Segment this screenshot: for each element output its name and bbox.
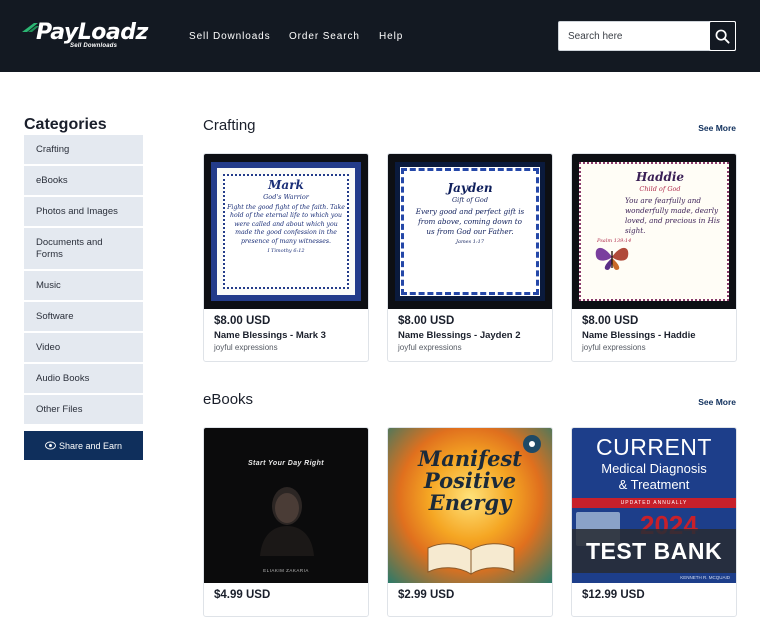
product-name[interactable]: Name Blessings - Haddie: [582, 330, 696, 341]
categories-heading: Categories: [24, 116, 107, 133]
artwork-reference: James 1:17: [455, 239, 485, 245]
ebook-cover-title-line3: & Treatment: [618, 477, 690, 492]
product-thumbnail: CURRENT Medical Diagnosis & Treatment UP…: [572, 428, 736, 583]
top-header: PayLoadz Sell Downloads Sell Downloads O…: [0, 0, 760, 72]
product-card[interactable]: Haddie Child of God You are fearfully an…: [571, 153, 737, 362]
product-price: $4.99 USD: [214, 589, 271, 601]
ebook-cover-author: ELIAKIM ZAKARIA: [263, 568, 309, 573]
product-seller[interactable]: joyful expressions: [214, 343, 278, 352]
artwork-name: Mark: [268, 178, 304, 192]
ebook-cover-author: KENNETH R. MCQUAID: [680, 575, 730, 580]
product-thumbnail: Haddie Child of God You are fearfully an…: [572, 154, 736, 309]
product-seller[interactable]: joyful expressions: [582, 343, 646, 352]
search-input[interactable]: [559, 22, 709, 50]
ebook-cover-title-line2: Medical Diagnosis: [601, 461, 707, 476]
product-thumbnail: Jayden Gift of God Every good and perfec…: [388, 154, 552, 309]
artwork-verse: Every good and perfect gift is from abov…: [415, 207, 525, 236]
category-software[interactable]: Software: [24, 302, 143, 333]
artwork-verse: You are fearfully and wonderfully made, …: [625, 196, 720, 235]
artwork-subtitle: God's Warrior: [263, 193, 309, 201]
category-other-files[interactable]: Other Files: [24, 395, 143, 426]
open-book-icon: [427, 543, 515, 575]
logo-text: PayLoadz: [36, 20, 148, 45]
cross-stitch-artwork: Jayden Gift of God Every good and perfec…: [395, 162, 545, 301]
product-card[interactable]: Jayden Gift of God Every good and perfec…: [387, 153, 553, 362]
category-video[interactable]: Video: [24, 333, 143, 364]
badge-icon: [523, 435, 541, 453]
product-thumbnail: Manifest Positive Energy: [388, 428, 552, 583]
product-price: $8.00 USD: [582, 315, 639, 327]
nav-help[interactable]: Help: [379, 31, 403, 42]
artwork-subtitle: Gift of God: [451, 196, 488, 204]
see-more-crafting-link[interactable]: See More: [698, 123, 736, 133]
product-price: $2.99 USD: [398, 589, 455, 601]
category-ebooks[interactable]: eBooks: [24, 166, 143, 197]
product-card[interactable]: CURRENT Medical Diagnosis & Treatment UP…: [571, 427, 737, 617]
category-crafting[interactable]: Crafting: [24, 135, 143, 166]
search-box: [558, 21, 736, 51]
artwork-reference: I Timothy 6:12: [267, 248, 305, 255]
nav-sell-downloads[interactable]: Sell Downloads: [189, 31, 271, 42]
product-price: $8.00 USD: [214, 315, 271, 327]
product-name[interactable]: Name Blessings - Jayden 2: [398, 330, 521, 341]
category-list: Crafting eBooks Photos and Images Docume…: [24, 135, 143, 426]
ebook-cover-updated-band: UPDATED ANNUALLY: [572, 498, 736, 508]
product-thumbnail: Mark God's Warrior Fight the good fight …: [204, 154, 368, 309]
product-price: $12.99 USD: [582, 589, 645, 601]
ebook-cover-title: Manifest Positive Energy: [417, 446, 522, 515]
share-icon: [45, 441, 56, 450]
cross-stitch-artwork: Mark God's Warrior Fight the good fight …: [211, 162, 361, 301]
category-documents-and-forms[interactable]: Documents and Forms: [24, 228, 143, 271]
section-title-ebooks: eBooks: [203, 391, 254, 408]
product-name[interactable]: Name Blessings - Mark 3: [214, 330, 326, 341]
portrait-figure-icon: [260, 487, 314, 556]
butterfly-icon: [595, 247, 629, 270]
cross-stitch-artwork: Haddie Child of God You are fearfully an…: [579, 162, 729, 301]
product-seller[interactable]: joyful expressions: [398, 343, 462, 352]
product-price: $8.00 USD: [398, 315, 455, 327]
product-card[interactable]: Mark God's Warrior Fight the good fight …: [203, 153, 369, 362]
share-and-earn-button[interactable]: Share and Earn: [24, 431, 143, 460]
nav-order-search[interactable]: Order Search: [289, 31, 360, 42]
search-button[interactable]: [709, 21, 736, 51]
product-thumbnail: Start Your Day Right ELIAKIM ZAKARIA: [204, 428, 368, 583]
payloadz-logo[interactable]: PayLoadz Sell Downloads: [22, 20, 148, 52]
category-photos-and-images[interactable]: Photos and Images: [24, 197, 143, 228]
share-and-earn-label: Share and Earn: [58, 440, 123, 451]
logo-tagline: Sell Downloads: [70, 43, 118, 49]
ebook-cover-title-line1: CURRENT: [596, 434, 712, 460]
category-music[interactable]: Music: [24, 271, 143, 302]
ebook-cover-title: Start Your Day Right: [247, 460, 325, 467]
artwork-verse: Fight the good fight of the faith. Take …: [227, 204, 345, 245]
artwork-name: Jayden: [447, 181, 493, 195]
artwork-name: Haddie: [635, 170, 685, 184]
section-title-crafting: Crafting: [203, 117, 256, 134]
see-more-ebooks-link[interactable]: See More: [698, 397, 736, 407]
search-icon: [715, 29, 730, 44]
test-bank-stamp: TEST BANK: [572, 529, 736, 573]
artwork-subtitle: Child of God: [639, 185, 681, 193]
product-card[interactable]: Start Your Day Right ELIAKIM ZAKARIA $4.…: [203, 427, 369, 617]
category-audio-books[interactable]: Audio Books: [24, 364, 143, 395]
product-card[interactable]: Manifest Positive Energy $2.99 USD: [387, 427, 553, 617]
